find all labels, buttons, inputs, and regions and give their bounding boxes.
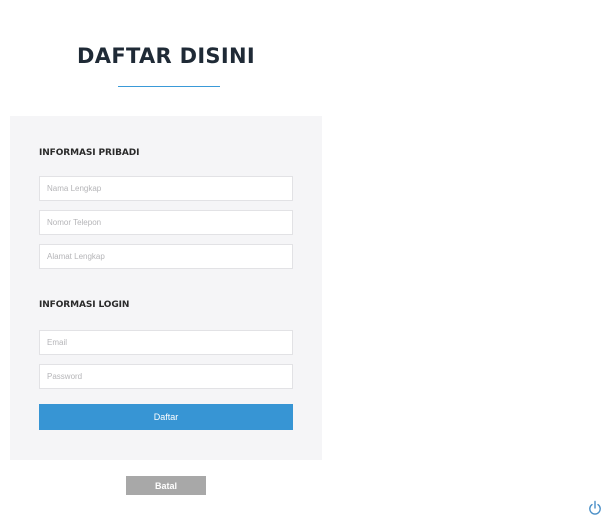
page-title: DAFTAR DISINI <box>77 44 255 68</box>
registration-page: DAFTAR DISINI INFORMASI PRIBADI INFORMAS… <box>0 0 613 528</box>
register-button[interactable]: Daftar <box>39 404 293 430</box>
login-info-heading: INFORMASI LOGIN <box>39 300 130 310</box>
full-name-field[interactable] <box>39 176 293 201</box>
phone-field[interactable] <box>39 210 293 235</box>
title-underline <box>118 86 220 87</box>
registration-form: INFORMASI PRIBADI INFORMASI LOGIN Daftar <box>10 116 322 460</box>
personal-info-heading: INFORMASI PRIBADI <box>39 148 140 158</box>
password-field[interactable] <box>39 364 293 389</box>
address-field[interactable] <box>39 244 293 269</box>
power-icon[interactable] <box>587 500 603 516</box>
email-field[interactable] <box>39 330 293 355</box>
cancel-button[interactable]: Batal <box>126 476 206 495</box>
